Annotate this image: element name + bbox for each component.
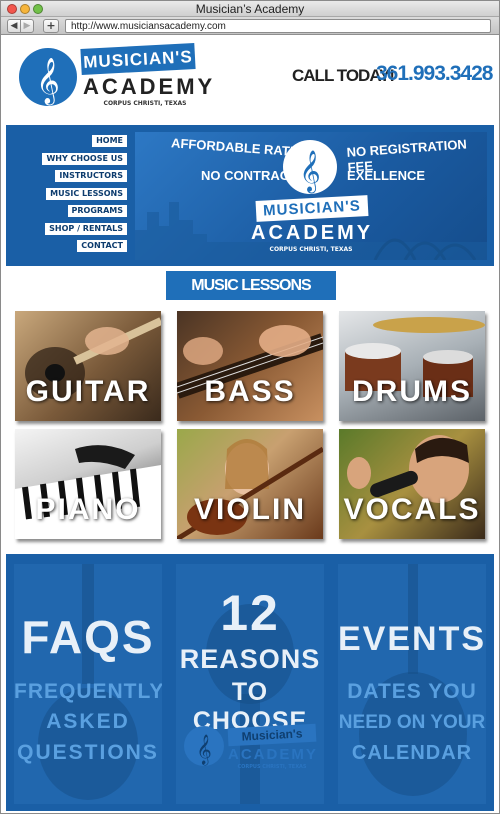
reasons-logo-line-2: ACADEMY	[228, 746, 318, 763]
banner-logo-line-2: ACADEMY	[251, 222, 374, 244]
banner-image: AFFORDABLE RATES NO CONTRACT NO REGISTRA…	[135, 132, 487, 260]
browser-toolbar: ◀ ▶ + http://www.musiciansacademy.com	[1, 17, 499, 35]
nav-shop-rentals[interactable]: SHOP / RENTALS	[45, 223, 127, 235]
phone-number[interactable]: 361.993.3428	[376, 62, 493, 86]
window-title: Musician’s Academy	[195, 2, 305, 16]
music-lessons-heading: MUSIC LESSONS	[166, 271, 336, 300]
events-line-3: CALENDAR	[351, 742, 473, 764]
events-line-1: DATES YOU	[347, 680, 477, 703]
web-page: 𝄞 MUSICIAN'S ACADEMY CORPUS CHRISTI, TEX…	[1, 36, 499, 813]
logo-name-box: MUSICIAN'S	[80, 43, 196, 75]
forward-button[interactable]: ▶	[20, 19, 34, 33]
faqs-line-2: ASKED	[46, 710, 130, 733]
events-title: EVENTS	[338, 620, 486, 658]
lesson-label-bass: BASS	[204, 375, 296, 408]
nav-music-lessons[interactable]: MUSIC LESSONS	[46, 188, 127, 200]
events-line-2: NEED ON YOUR	[338, 712, 486, 733]
lesson-label-violin: VIOLIN	[193, 493, 306, 526]
title-bar: Musician’s Academy	[1, 1, 499, 17]
hero-banner: HOME WHY CHOOSE US INSTRUCTORS MUSIC LES…	[6, 125, 494, 266]
lesson-label-guitar: GUITAR	[25, 375, 151, 408]
banner-logo-line-3: CORPUS CHRISTI, TEXAS	[269, 246, 353, 253]
promo-reasons[interactable]: 12 REASONS TO CHOOSE 𝄞 Musician's ACADEM…	[176, 564, 324, 804]
faqs-title: FAQS	[21, 611, 155, 663]
lesson-label-vocals: VOCALS	[343, 493, 481, 526]
faqs-line-1: FREQUENTLY	[14, 680, 162, 703]
add-bookmark-button[interactable]: +	[43, 19, 59, 33]
svg-text:𝄞: 𝄞	[299, 150, 320, 193]
address-bar[interactable]: http://www.musiciansacademy.com	[65, 19, 491, 33]
site-logo[interactable]: 𝄞 MUSICIAN'S ACADEMY CORPUS CHRISTI, TEX…	[19, 43, 216, 114]
nav-why-choose-us[interactable]: WHY CHOOSE US	[42, 153, 127, 165]
faqs-line-3: QUESTIONS	[17, 741, 159, 764]
reasons-number: 12	[220, 585, 280, 641]
svg-text:𝄞: 𝄞	[196, 734, 211, 766]
reasons-line-1: REASONS	[179, 644, 321, 674]
svg-text:𝄞: 𝄞	[36, 58, 60, 106]
logo-line-2: ACADEMY	[83, 74, 216, 99]
lesson-tile-guitar[interactable]: GUITAR	[15, 311, 161, 421]
back-button[interactable]: ◀	[7, 19, 21, 33]
promo-events[interactable]: EVENTS DATES YOU NEED ON YOUR CALENDAR	[338, 564, 486, 804]
logo-line-1: MUSICIAN'S	[82, 47, 194, 72]
nav-instructors[interactable]: INSTRUCTORS	[55, 170, 127, 182]
lesson-tile-drums[interactable]: DRUMS	[339, 311, 485, 421]
banner-tag-excellence: EXELLENCE	[347, 168, 426, 183]
nav-menu: HOME WHY CHOOSE US INSTRUCTORS MUSIC LES…	[42, 135, 127, 255]
lesson-tile-piano[interactable]: PIANO	[15, 429, 161, 539]
nav-contact[interactable]: CONTACT	[77, 240, 127, 252]
logo-line-3: CORPUS CHRISTI, TEXAS	[103, 100, 187, 107]
reasons-logo-icon: 𝄞	[184, 726, 224, 766]
promo-faqs[interactable]: FAQS FREQUENTLY ASKED QUESTIONS	[14, 564, 162, 804]
reasons-logo-line-3: CORPUS CHRISTI, TEXAS	[237, 764, 307, 770]
lesson-tile-bass[interactable]: BASS	[177, 311, 323, 421]
banner-treble-clef-icon: 𝄞	[283, 140, 337, 194]
browser-window: Musician’s Academy ◀ ▶ + http://www.musi…	[0, 0, 500, 814]
lesson-tile-vocals[interactable]: VOCALS	[339, 429, 485, 539]
treble-clef-icon: 𝄞	[19, 48, 77, 106]
lesson-label-piano: PIANO	[35, 493, 141, 526]
nav-programs[interactable]: PROGRAMS	[67, 205, 127, 217]
lesson-label-drums: DRUMS	[352, 375, 472, 408]
banner-logo-line-1: MUSICIAN'S	[262, 197, 362, 220]
lesson-tile-violin[interactable]: VIOLIN	[177, 429, 323, 539]
nav-home[interactable]: HOME	[92, 135, 127, 147]
promo-section: FAQS FREQUENTLY ASKED QUESTIONS 12 REASO…	[6, 554, 494, 811]
